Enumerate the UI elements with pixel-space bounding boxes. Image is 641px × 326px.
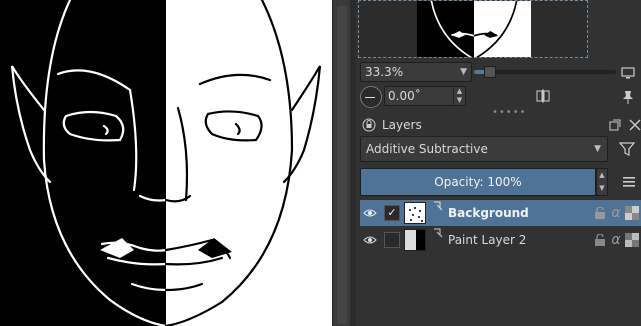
mirror-icon[interactable]	[532, 86, 554, 106]
right-dock: 33.3% ▼ 0.00˚ ▲ ▼ ••••• Layers Additive S…	[356, 0, 641, 326]
eye-icon[interactable]	[362, 205, 378, 221]
canvas[interactable]	[0, 0, 332, 326]
blend-mode-value: Additive Subtractive	[366, 142, 488, 156]
layer-row-paint-layer-2[interactable]: Paint Layer 2 α	[360, 227, 641, 253]
layers-title: Layers	[382, 118, 422, 132]
close-icon[interactable]	[626, 116, 641, 134]
scrollbar-thumb[interactable]	[337, 6, 347, 324]
canvas-vertical-scrollbar[interactable]	[332, 0, 350, 326]
opacity-spin-arrows[interactable]: ▲ ▼	[596, 168, 608, 196]
zoom-slider[interactable]	[474, 66, 616, 78]
rotation-value: 0.00˚	[388, 89, 421, 103]
opacity-slider[interactable]: Opacity: 100%	[360, 168, 596, 196]
layer-thumbnail	[404, 202, 426, 224]
layers-docker-title: Layers	[360, 116, 641, 134]
transparency-icon[interactable]	[624, 205, 640, 221]
zoom-value: 33.3%	[365, 65, 404, 79]
overview-thumbnail[interactable]	[358, 0, 588, 58]
hamburger-menu-icon[interactable]	[618, 172, 640, 192]
lock-icon[interactable]	[592, 232, 608, 248]
canvas-artwork	[0, 0, 332, 326]
inherit-alpha-icon	[434, 201, 443, 211]
zoom-combo[interactable]: 33.3% ▼	[360, 62, 472, 82]
alpha-lock-icon[interactable]: α	[608, 232, 624, 248]
lock-icon[interactable]	[592, 205, 608, 221]
lock-icon[interactable]	[360, 116, 378, 134]
transparency-icon[interactable]	[624, 232, 640, 248]
layer-checkbox[interactable]	[384, 232, 400, 248]
chevron-down-icon: ▼	[460, 67, 467, 77]
float-window-icon[interactable]	[606, 116, 624, 134]
layer-thumbnail	[404, 229, 426, 251]
opacity-label: Opacity: 100%	[434, 175, 522, 189]
inherit-alpha-icon	[434, 228, 443, 238]
rotate-dial-icon[interactable]	[360, 86, 382, 108]
pin-icon[interactable]	[617, 86, 639, 108]
zoom-slider-handle[interactable]	[484, 66, 496, 78]
filter-icon[interactable]	[614, 138, 640, 160]
blend-mode-combo[interactable]: Additive Subtractive ▼	[360, 136, 608, 162]
spin-arrows[interactable]: ▲ ▼	[453, 87, 465, 105]
overview-image	[417, 1, 531, 57]
layer-name: Background	[448, 206, 529, 220]
layer-checkbox[interactable]: ✓	[384, 205, 400, 221]
layer-name: Paint Layer 2	[448, 233, 527, 247]
rotation-spinbox[interactable]: 0.00˚ ▲ ▼	[384, 86, 466, 106]
layer-row-background[interactable]: ✓ Background α	[360, 200, 641, 226]
monitor-icon[interactable]	[617, 62, 639, 84]
chevron-down-icon: ▼	[594, 144, 601, 154]
eye-icon[interactable]	[362, 232, 378, 248]
alpha-lock-icon[interactable]: α	[608, 205, 624, 221]
